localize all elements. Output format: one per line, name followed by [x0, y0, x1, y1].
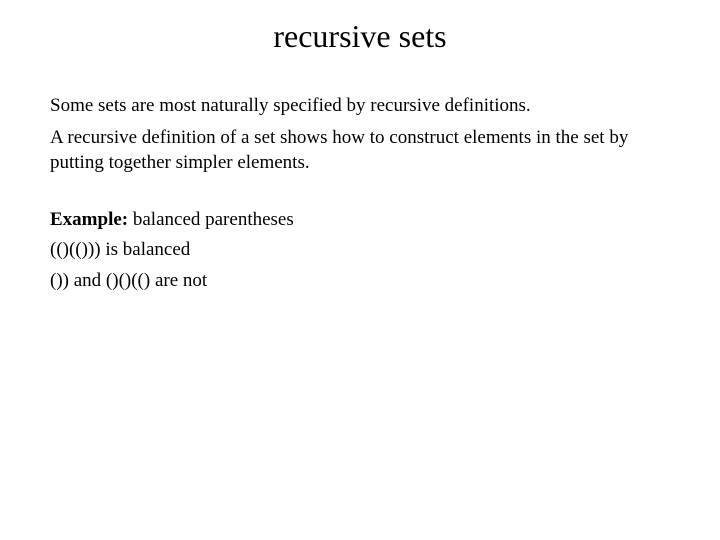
slide-container: recursive sets Some sets are most natura… — [0, 0, 720, 540]
example-line-1: (()(())) is balanced — [50, 236, 670, 265]
paragraph-2: A recursive definition of a set shows ho… — [50, 125, 670, 176]
example-line-2: ()) and ()()(() are not — [50, 267, 670, 296]
example-heading: Example: balanced parentheses — [50, 206, 670, 235]
example-label: Example: — [50, 209, 128, 230]
example-heading-rest: balanced parentheses — [128, 209, 294, 230]
example-block: Example: balanced parentheses (()(())) i… — [50, 206, 670, 296]
slide-title: recursive sets — [50, 18, 670, 55]
paragraph-1: Some sets are most naturally specified b… — [50, 93, 670, 119]
